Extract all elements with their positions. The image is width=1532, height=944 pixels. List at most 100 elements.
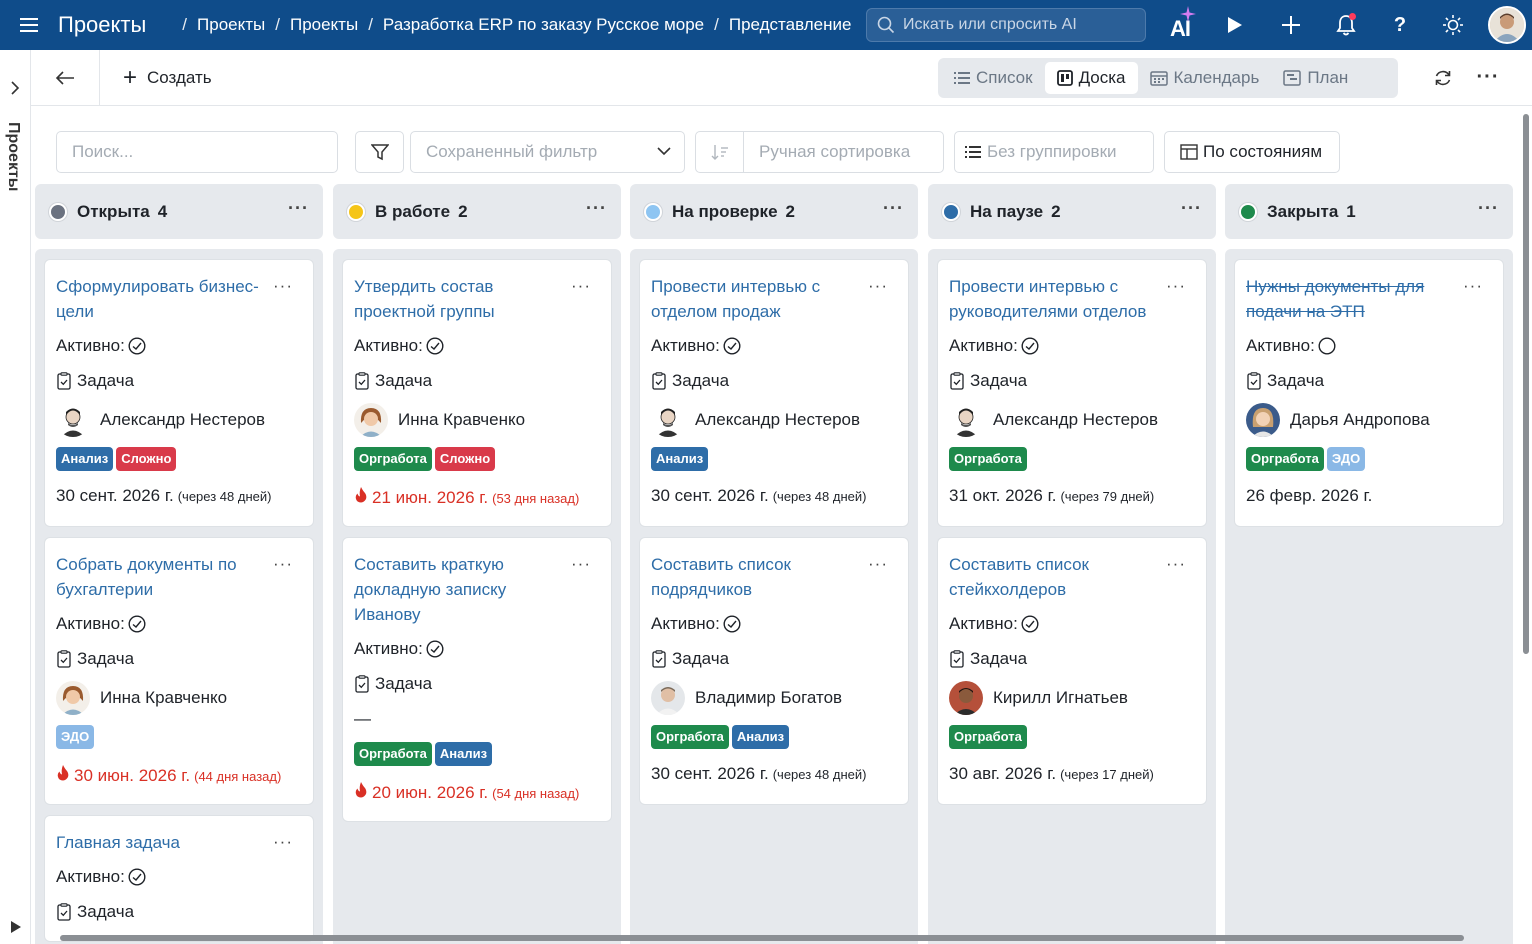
task-card[interactable]: Собрать документы по бухгалтерии ··· Актив… [45,538,313,804]
task-card[interactable]: Провести интервью с отделом продаж ··· Акт… [640,260,908,526]
assignee[interactable]: Александр Нестеров [651,398,896,442]
card-menu-button[interactable]: ··· [571,276,591,296]
check-circle-icon[interactable] [128,867,146,886]
task-title[interactable]: Главная задача [56,830,276,855]
card-menu-button[interactable]: ··· [273,276,293,296]
play-button[interactable] [1215,0,1255,50]
expand-icon[interactable] [10,920,22,934]
more-options-button[interactable]: ··· [1468,50,1508,105]
task-card[interactable]: Утвердить состав проектной группы ··· Акти… [343,260,611,526]
tag-badge[interactable]: ЭДО [56,725,95,749]
empty-circle-icon[interactable] [1318,336,1336,355]
card-menu-button[interactable]: ··· [1463,276,1483,296]
check-circle-icon[interactable] [1021,614,1039,633]
grouping-select[interactable]: Без группировки [954,131,1154,173]
tag-badge[interactable]: Анализ [731,725,790,749]
card-menu-button[interactable]: ··· [273,554,293,574]
vertical-scrollbar[interactable] [1523,114,1529,654]
column-menu-button[interactable]: ··· [1181,198,1202,219]
view-tab-board[interactable]: Доска [1044,62,1138,94]
assignee[interactable]: Дарья Андропова [1246,398,1491,442]
tag-badge[interactable]: Анализ [651,447,709,471]
horizontal-scrollbar[interactable] [60,935,1464,941]
column-menu-button[interactable]: ··· [1478,198,1499,219]
tag-badge[interactable]: Оргработа [1246,447,1324,471]
sidebar-label[interactable]: Проекты [4,122,22,191]
global-search-input[interactable]: Искать или спросить AI [866,8,1146,42]
create-button[interactable]: + Создать [123,50,212,105]
check-circle-icon[interactable] [426,336,444,355]
tag-badge[interactable]: Оргработа [354,447,432,471]
column-menu-button[interactable]: ··· [883,198,904,219]
task-title[interactable]: Собрать документы по бухгалтерии [56,552,276,602]
breadcrumb-item[interactable]: Проекты [197,15,265,35]
task-card[interactable]: Провести интервью с руководителями отдел… [938,260,1206,526]
card-menu-button[interactable]: ··· [1166,554,1186,574]
view-tab-plan[interactable]: План [1271,62,1360,94]
task-card[interactable]: Составить краткую докладную записку Иван… [343,538,611,821]
task-title[interactable]: Утвердить состав проектной группы [354,274,574,324]
task-card[interactable]: Составить список подрядчиков ··· Активно: З… [640,538,908,804]
task-card[interactable]: Нужны документы для подачи на ЭТП ··· Акти… [1235,260,1503,526]
user-avatar[interactable] [1488,6,1526,44]
task-title[interactable]: Составить краткую докладную записку Иван… [354,552,574,627]
assignee[interactable]: Александр Нестеров [949,398,1194,442]
by-state-button[interactable]: По состояниям [1164,131,1340,173]
check-circle-icon[interactable] [128,614,146,633]
sort-select[interactable]: Ручная сортировка [695,131,944,173]
check-circle-icon[interactable] [723,336,741,355]
assignee[interactable]: Инна Кравченко [354,398,599,442]
back-button[interactable] [31,50,100,105]
saved-filter-select[interactable]: Сохраненный фильтр [410,131,685,173]
task-title[interactable]: Составить список подрядчиков [651,552,871,602]
breadcrumb-item[interactable]: Разработка ERP по заказу Русское море [383,15,704,35]
check-circle-icon[interactable] [1021,336,1039,355]
assignee[interactable]: Кирилл Игнатьев [949,676,1194,720]
breadcrumb-item[interactable]: Проекты [290,15,358,35]
avatar [651,403,685,437]
ai-assistant-button[interactable]: AI [1160,0,1200,50]
notifications-button[interactable] [1326,0,1366,50]
tag-badge[interactable]: Оргработа [949,447,1027,471]
task-card[interactable]: Сформулировать бизнес-цели ··· Активно: Зад… [45,260,313,526]
card-menu-button[interactable]: ··· [868,554,888,574]
column-menu-button[interactable]: ··· [288,198,309,219]
check-circle-icon[interactable] [723,614,741,633]
card-menu-button[interactable]: ··· [571,554,591,574]
assignee[interactable]: Инна Кравченко [56,676,301,720]
chevron-right-icon[interactable] [9,80,21,96]
filter-button[interactable] [355,131,404,173]
assignee[interactable]: Александр Нестеров [56,398,301,442]
tag-badge[interactable]: ЭДО [1326,447,1366,471]
task-card[interactable]: Составить список стейкхолдеров ··· Активно… [938,538,1206,804]
theme-toggle[interactable] [1433,0,1473,50]
tag-badge[interactable]: Анализ [56,447,114,471]
tag-badge[interactable]: Оргработа [949,725,1027,749]
menu-icon[interactable] [0,17,58,33]
tag-badge[interactable]: Сложно [116,447,177,471]
tag-badge[interactable]: Сложно [434,447,496,471]
tag-badge[interactable]: Оргработа [354,742,432,766]
add-button[interactable] [1271,0,1311,50]
check-circle-icon[interactable] [128,336,146,355]
task-title[interactable]: Составить список стейкхолдеров [949,552,1169,602]
task-title[interactable]: Провести интервью с отделом продаж [651,274,871,324]
app-title[interactable]: Проекты [58,12,146,38]
check-circle-icon[interactable] [426,639,444,658]
column-menu-button[interactable]: ··· [586,198,607,219]
card-menu-button[interactable]: ··· [273,832,293,852]
refresh-button[interactable] [1423,50,1463,105]
assignee[interactable]: Владимир Богатов [651,676,896,720]
task-card[interactable]: Главная задача ··· Активно: Задача [45,816,313,941]
board-search-input[interactable]: Поиск... [56,131,338,173]
help-button[interactable]: ? [1380,0,1420,50]
task-title[interactable]: Сформулировать бизнес-цели [56,274,276,324]
tag-badge[interactable]: Оргработа [651,725,729,749]
card-menu-button[interactable]: ··· [1166,276,1186,296]
task-title[interactable]: Провести интервью с руководителями отдел… [949,274,1169,324]
task-title[interactable]: Нужны документы для подачи на ЭТП [1246,274,1466,324]
tag-badge[interactable]: Анализ [434,742,493,766]
card-menu-button[interactable]: ··· [868,276,888,296]
view-tab-list[interactable]: Список [942,62,1045,94]
view-tab-calendar[interactable]: Календарь [1138,62,1272,94]
